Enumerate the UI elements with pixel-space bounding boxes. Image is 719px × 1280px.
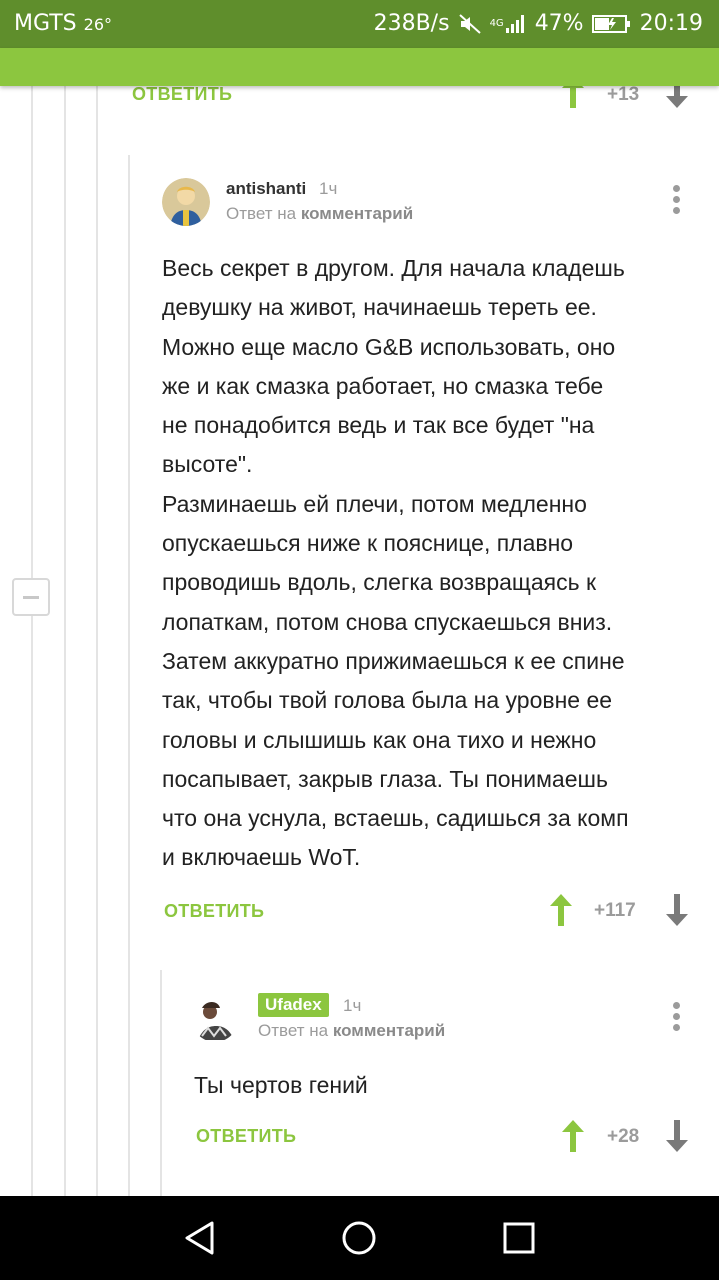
rating-value: +13 (607, 84, 640, 105)
comment-time: 1ч (319, 179, 338, 198)
rating-value: +28 (607, 1126, 640, 1147)
thread-line (128, 155, 130, 1196)
more-options-icon[interactable] (673, 1002, 681, 1035)
username[interactable]: antishanti (226, 179, 306, 199)
recent-apps-icon[interactable] (502, 1221, 536, 1255)
reply-button[interactable]: ОТВЕТИТЬ (164, 901, 264, 922)
app-toolbar (0, 48, 719, 86)
battery-icon (591, 14, 632, 34)
back-icon[interactable] (182, 1220, 218, 1256)
signal-icon: 4G (490, 14, 527, 34)
downvote-icon[interactable] (664, 892, 690, 933)
temperature: 26° (83, 15, 113, 34)
home-icon[interactable] (341, 1220, 377, 1256)
net-speed: 238B/s (373, 11, 450, 36)
status-bar: MGTS 26° 238B/s 4G 47% 20:19 (0, 0, 719, 48)
comment-time: 1ч (343, 996, 362, 1015)
carrier-label: MGTS 26° (14, 11, 113, 36)
thread-line (160, 970, 162, 1196)
thread-line (96, 86, 98, 1196)
reply-to-label: Ответ на комментарий (258, 1021, 446, 1040)
thread-line (64, 86, 66, 1196)
rating-value: +117 (594, 900, 636, 921)
avatar[interactable] (192, 996, 238, 1042)
thread-line (31, 86, 33, 1196)
reply-button[interactable]: ОТВЕТИТЬ (196, 1126, 296, 1147)
reply-to-label: Ответ на комментарий (226, 204, 414, 223)
username-badge[interactable]: Ufadex (258, 993, 329, 1017)
more-options-icon[interactable] (673, 185, 681, 218)
navigation-bar (0, 1196, 719, 1280)
reply-to-link[interactable]: комментарий (333, 1021, 445, 1040)
comment-body: Ты чертов гений (194, 1072, 368, 1098)
comment-body: Весь секрет в другом. Для начала кладешь… (162, 255, 629, 871)
downvote-icon[interactable] (664, 1118, 690, 1159)
collapse-thread-button[interactable] (12, 578, 50, 616)
battery-percent: 47% (534, 11, 584, 36)
upvote-icon[interactable] (548, 892, 574, 933)
reply-button[interactable]: ОТВЕТИТЬ (132, 84, 232, 105)
mute-icon (458, 13, 482, 35)
reply-to-link[interactable]: комментарий (301, 204, 413, 223)
upvote-icon[interactable] (560, 1118, 586, 1159)
avatar[interactable] (162, 178, 210, 226)
clock: 20:19 (639, 11, 703, 36)
